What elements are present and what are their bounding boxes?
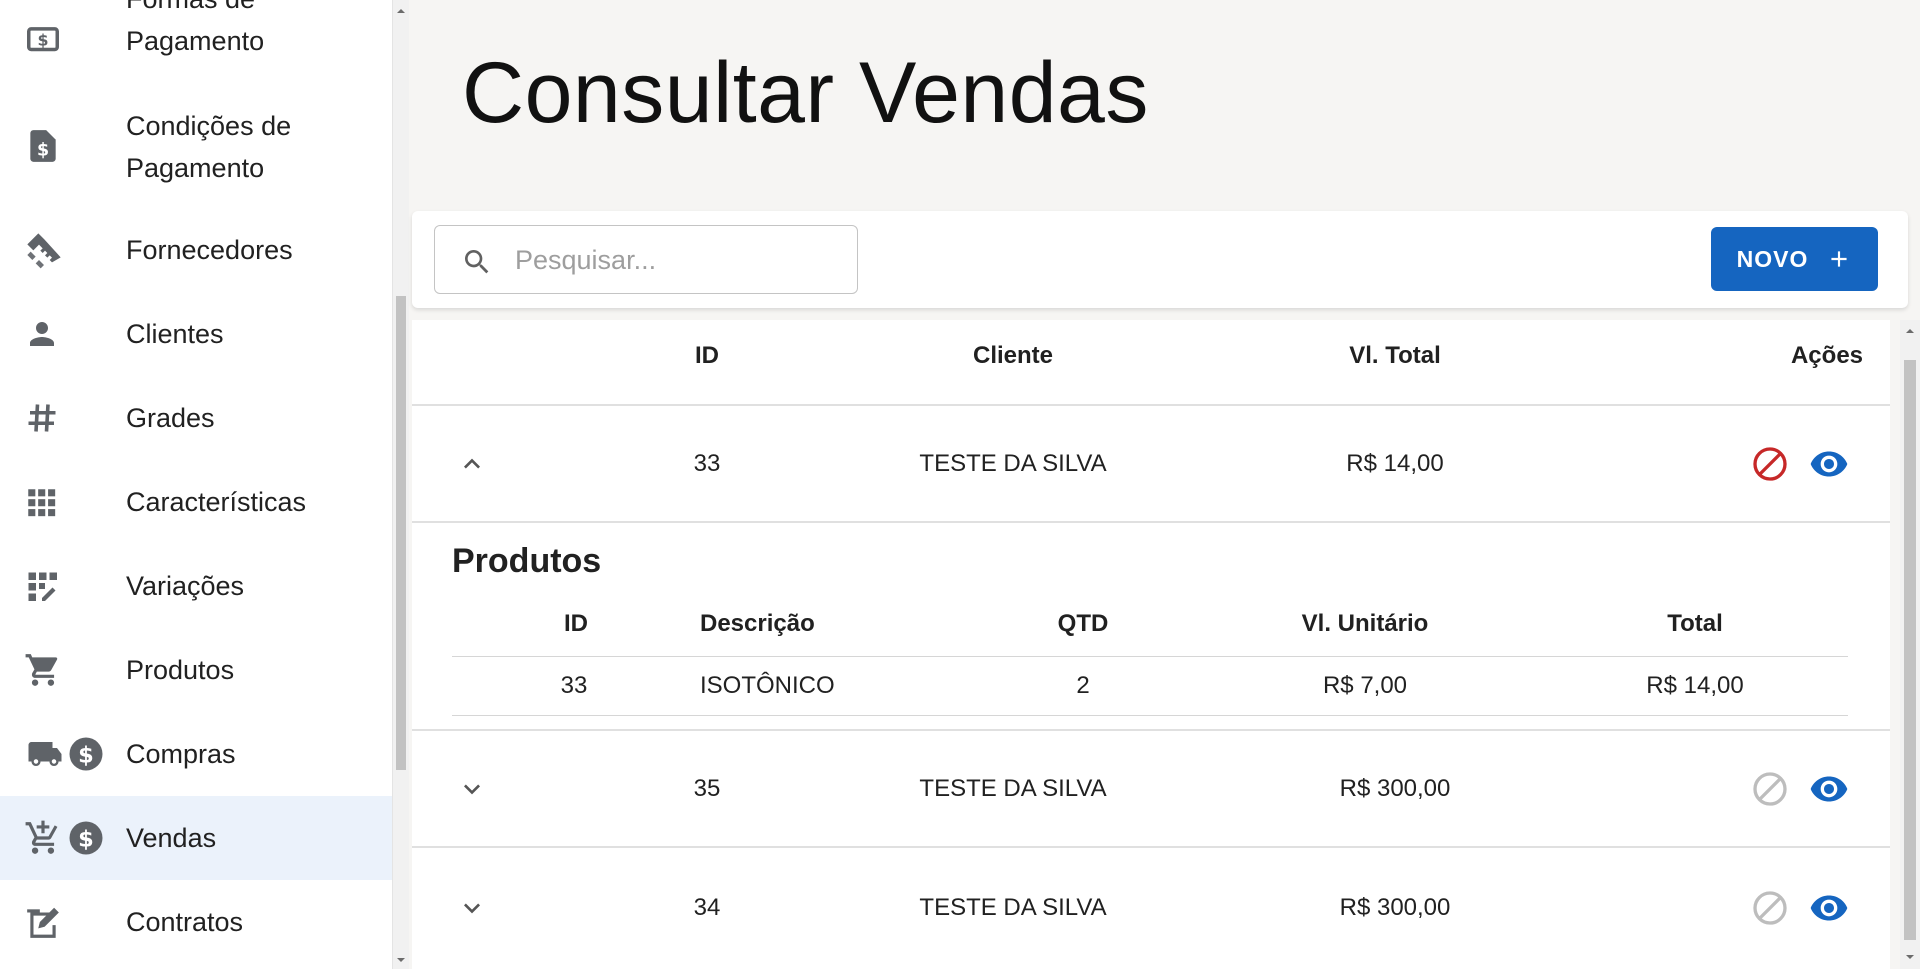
person-icon	[24, 314, 108, 354]
cancel-icon[interactable]	[1750, 888, 1790, 928]
sidebar-item-compras[interactable]: $ Compras	[0, 712, 392, 796]
product-cell-unitario: R$ 7,00	[1322, 672, 1408, 699]
products-header-qtd: QTD	[1057, 610, 1109, 637]
products-header-descricao: Descrição	[700, 610, 815, 637]
sidebar-item-caracteristicas[interactable]: Características	[0, 460, 392, 544]
sidebar-scroll-thumb[interactable]	[396, 296, 406, 770]
divider	[452, 656, 1848, 657]
plus-icon	[1831, 251, 1847, 267]
divider	[412, 521, 1890, 523]
divider	[452, 715, 1848, 716]
sidebar-item-produtos[interactable]: Produtos	[0, 628, 392, 712]
sidebar-item-label: Variações	[126, 571, 245, 601]
scroll-up-arrow-icon[interactable]	[396, 6, 406, 16]
scroll-down-arrow-icon[interactable]	[396, 955, 406, 965]
search-field[interactable]	[434, 225, 858, 294]
column-header-cliente: Cliente	[972, 342, 1054, 369]
scroll-down-arrow-icon[interactable]	[1905, 952, 1915, 962]
column-header-acoes: Ações	[1790, 342, 1864, 369]
divider	[412, 729, 1890, 731]
dollar-box-icon: $	[24, 20, 108, 60]
sidebar-item-formas-pagamento[interactable]: $ Formas de Pagamento	[0, 0, 392, 90]
eye-icon[interactable]	[1808, 888, 1850, 928]
eye-icon[interactable]	[1808, 769, 1850, 809]
sidebar-item-label: Formas de	[126, 0, 264, 20]
new-button-label: NOVO	[1736, 245, 1809, 272]
sales-table: ID Cliente Vl. Total Ações 33 TESTE DA S…	[412, 320, 1890, 969]
sidebar-item-label: Pagamento	[126, 26, 265, 56]
cart-icon	[24, 650, 108, 690]
main-content: Consultar Vendas NOVO ID Cliente Vl. Tot…	[410, 0, 1920, 969]
sidebar-item-label: Produtos	[126, 655, 235, 685]
table-scroll-thumb[interactable]	[1904, 360, 1916, 940]
cell-total: R$ 14,00	[1346, 450, 1444, 477]
sidebar-item-condicoes-pagamento[interactable]: $ Condições de Pagamento	[0, 104, 392, 188]
divider	[412, 404, 1890, 406]
sidebar: $ Formas de Pagamento $ Condições de Pag…	[0, 0, 393, 969]
cell-cliente: TESTE DA SILVA	[919, 450, 1107, 477]
handshake-icon	[24, 230, 108, 270]
cell-id: 35	[693, 775, 721, 802]
truck-dollar-icon: $	[24, 734, 108, 774]
product-cell-qtd: 2	[1076, 672, 1090, 699]
chevron-up-icon[interactable]	[456, 448, 488, 480]
search-icon	[465, 250, 489, 274]
column-header-total: Vl. Total	[1349, 342, 1441, 369]
eye-icon[interactable]	[1808, 444, 1850, 484]
cell-total: R$ 300,00	[1339, 894, 1451, 921]
products-header-total: Total	[1667, 610, 1723, 637]
cancel-icon[interactable]	[1750, 769, 1790, 809]
svg-text:$: $	[78, 826, 94, 852]
grid-icon	[24, 482, 108, 522]
product-cell-descricao: ISOTÔNICO	[700, 672, 835, 699]
sidebar-item-label: Características	[126, 487, 307, 517]
cell-cliente: TESTE DA SILVA	[919, 775, 1107, 802]
sidebar-item-fornecedores[interactable]: Fornecedores	[0, 208, 392, 292]
svg-text:$: $	[78, 742, 94, 768]
sidebar-item-label: Grades	[126, 403, 215, 433]
products-header-id: ID	[564, 610, 588, 637]
cell-cliente: TESTE DA SILVA	[919, 894, 1107, 921]
sidebar-item-label: Fornecedores	[126, 235, 293, 265]
cart-add-dollar-icon: $	[24, 818, 108, 858]
divider	[412, 846, 1890, 848]
product-cell-total: R$ 14,00	[1646, 672, 1744, 699]
sidebar-item-label: Contratos	[126, 907, 244, 937]
column-header-id: ID	[695, 342, 719, 369]
search-input[interactable]	[513, 244, 833, 277]
sidebar-item-label: Condições de	[126, 111, 292, 141]
sidebar-item-label: Compras	[126, 739, 236, 769]
svg-text:$: $	[37, 31, 48, 50]
product-cell-id: 33	[560, 672, 588, 699]
cancel-icon[interactable]	[1750, 444, 1790, 484]
sidebar-item-label: Vendas	[126, 823, 217, 853]
cell-id: 34	[693, 894, 721, 921]
new-button[interactable]: NOVO	[1711, 227, 1878, 291]
chevron-down-icon[interactable]	[456, 773, 488, 805]
cell-id: 33	[693, 450, 721, 477]
toolbar: NOVO	[412, 211, 1908, 308]
cell-total: R$ 300,00	[1339, 775, 1451, 802]
scroll-up-arrow-icon[interactable]	[1905, 326, 1915, 336]
grid-edit-icon	[24, 566, 108, 606]
sidebar-item-variacoes[interactable]: Variações	[0, 544, 392, 628]
products-header-unitario: Vl. Unitário	[1301, 610, 1429, 637]
hash-icon	[24, 398, 108, 438]
sidebar-item-grades[interactable]: Grades	[0, 376, 392, 460]
page-title: Consultar Vendas	[462, 45, 1149, 141]
sidebar-item-clientes[interactable]: Clientes	[0, 292, 392, 376]
contract-icon	[24, 902, 108, 942]
sidebar-item-label: Pagamento	[126, 153, 265, 183]
svg-text:$: $	[37, 141, 49, 161]
dollar-file-icon: $	[24, 126, 108, 166]
sidebar-item-vendas[interactable]: $ Vendas	[0, 796, 392, 880]
sidebar-item-contratos[interactable]: Contratos	[0, 880, 392, 964]
products-title: Produtos	[452, 542, 602, 580]
chevron-down-icon[interactable]	[456, 892, 488, 924]
sidebar-item-label: Clientes	[126, 319, 224, 349]
